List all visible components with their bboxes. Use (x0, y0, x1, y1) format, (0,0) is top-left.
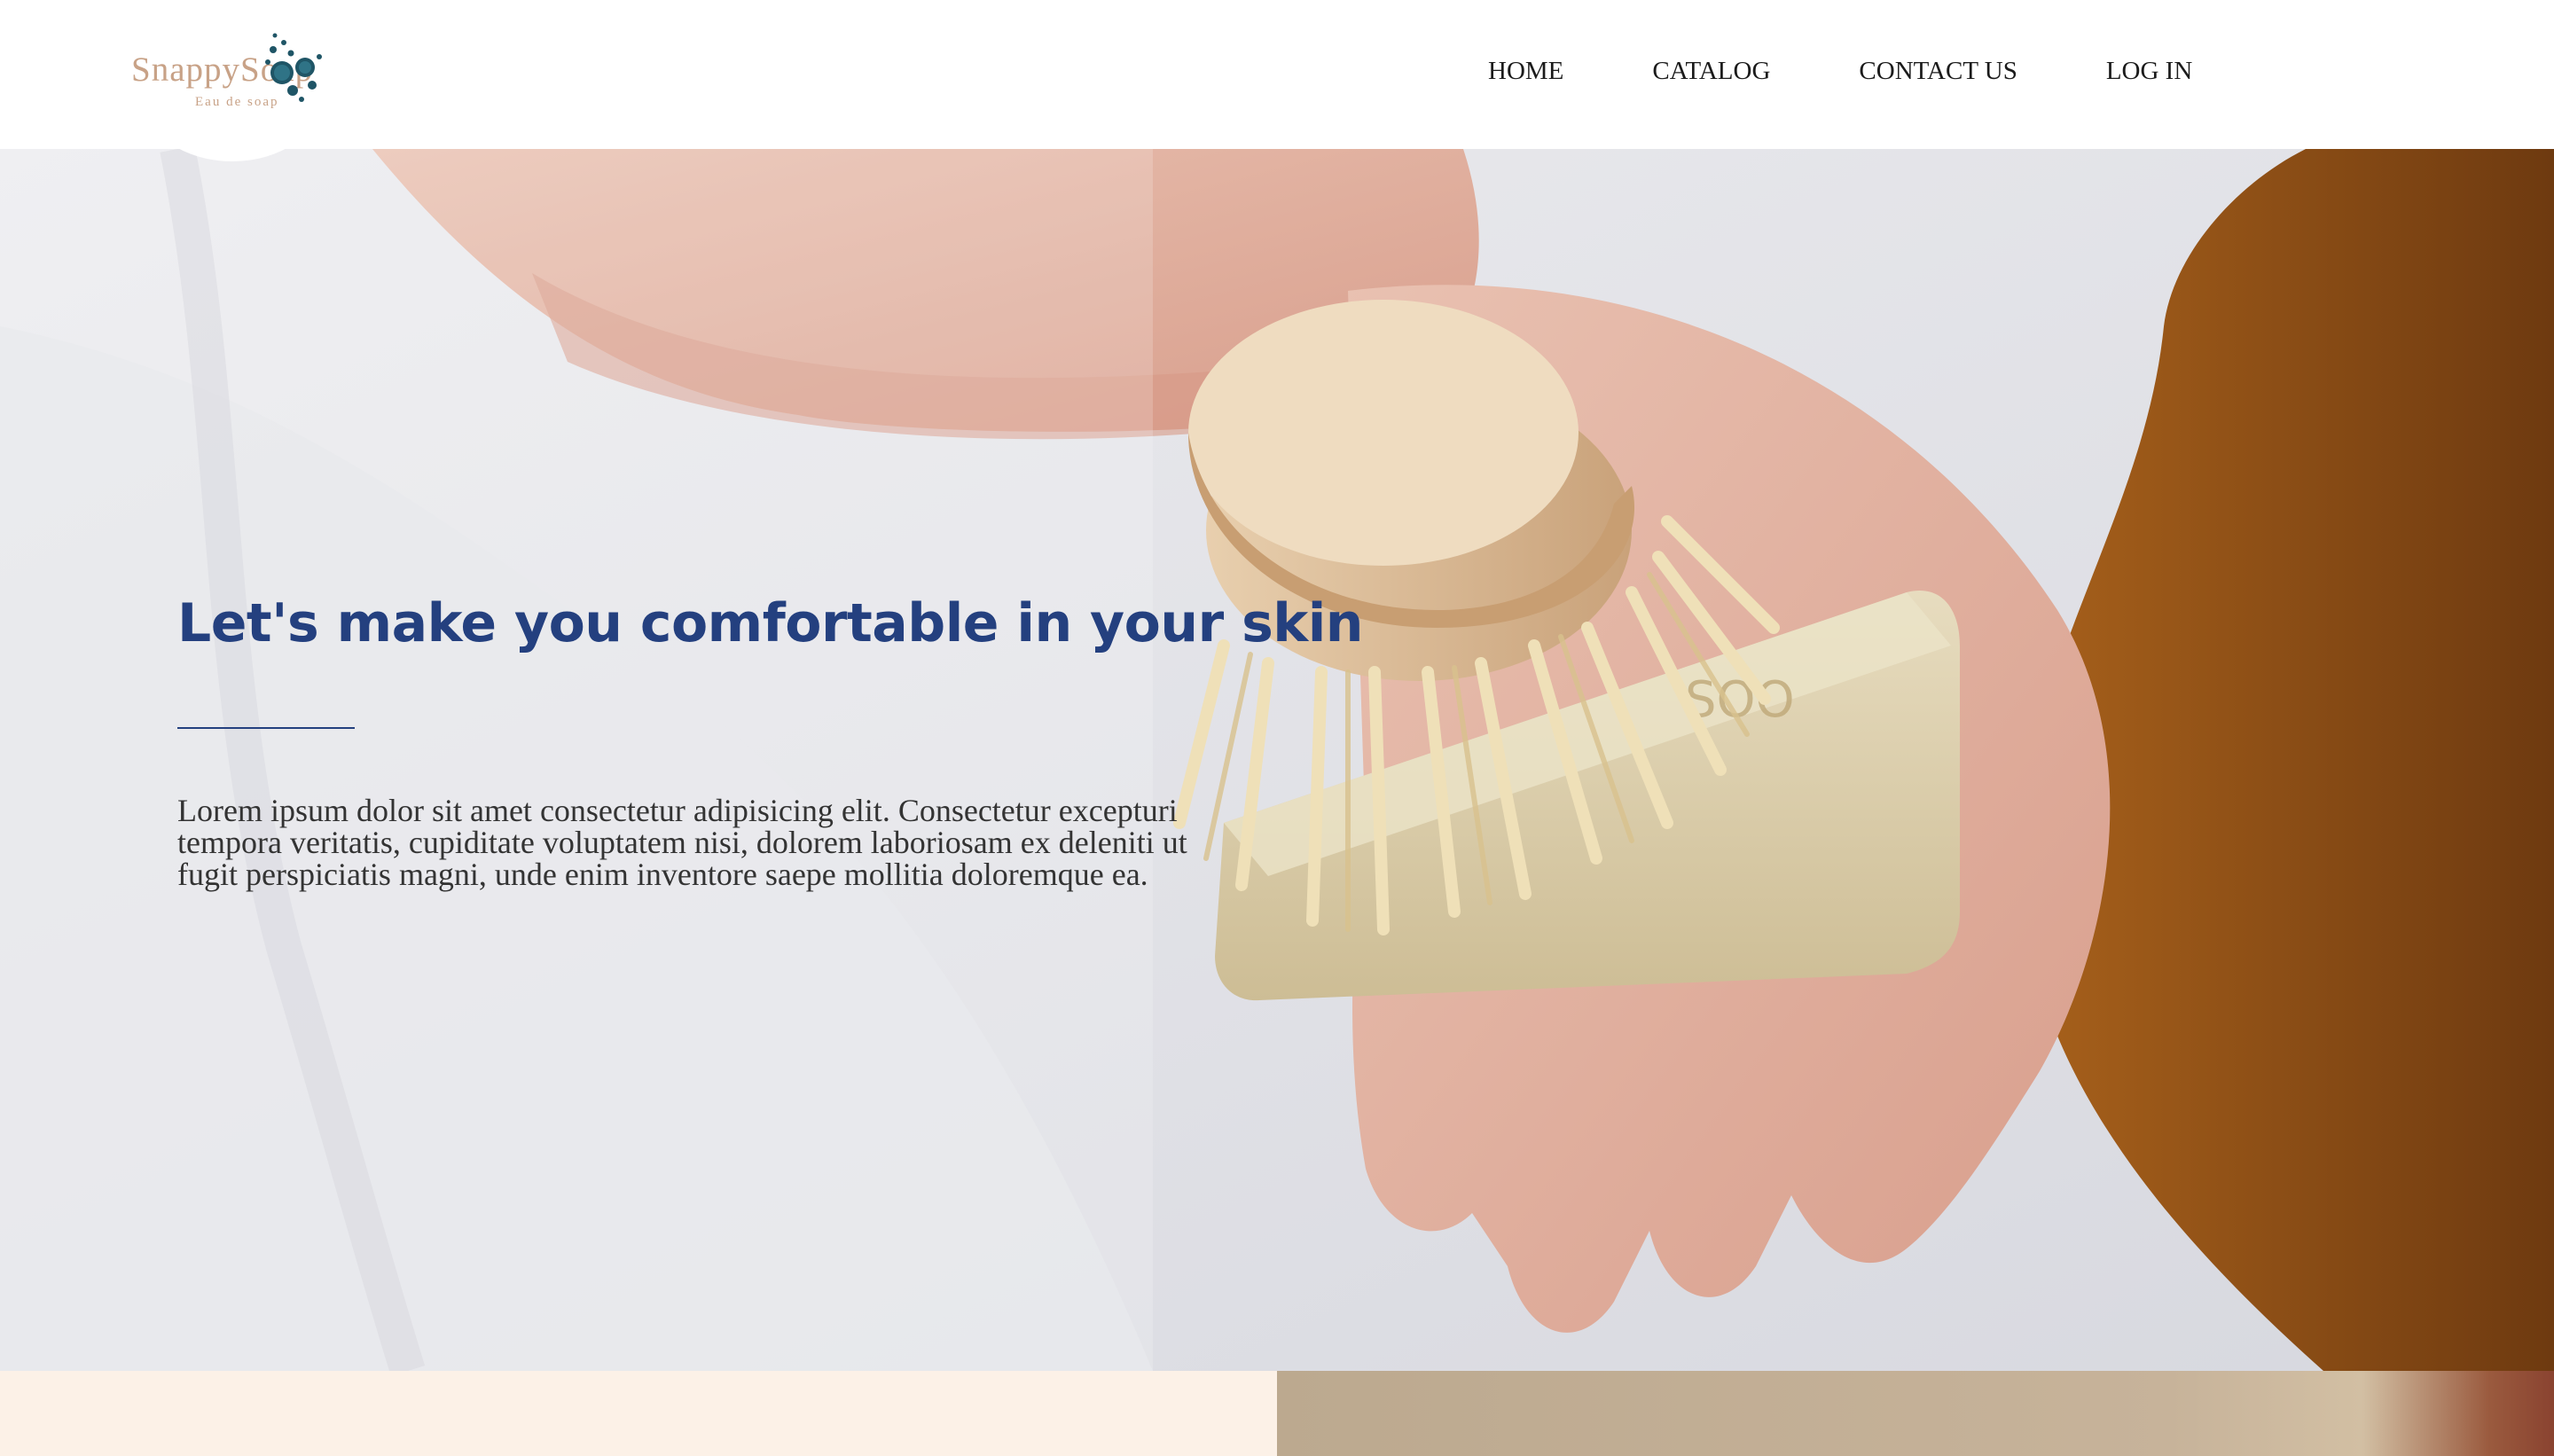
nav-log-in[interactable]: LOG IN (2106, 57, 2192, 86)
nav-contact-us[interactable]: CONTACT US (1859, 57, 2017, 86)
cream-panel (0, 1371, 1277, 1456)
nav-catalog[interactable]: CATALOG (1652, 57, 1770, 86)
hero-body-text: Lorem ipsum dolor sit amet consectetur a… (177, 793, 1187, 892)
hero-divider (177, 727, 355, 729)
image-panel (1277, 1371, 2554, 1456)
site-header: SnappySoap Eau de soap HOME CATALOG CONT… (0, 0, 2554, 161)
bubbles-icon (265, 33, 322, 102)
main-nav: HOME CATALOG CONTACT US LOG IN (1488, 57, 2192, 86)
logo[interactable]: SnappySoap Eau de soap (115, 0, 355, 161)
hero-title: Let's make you comfortable in your skin (177, 592, 1363, 654)
hero-section: SOO Let's make you comfortable in your s… (0, 149, 2554, 1371)
nav-home[interactable]: HOME (1488, 57, 1563, 86)
hero-content: Let's make you comfortable in your skin … (177, 592, 1363, 922)
